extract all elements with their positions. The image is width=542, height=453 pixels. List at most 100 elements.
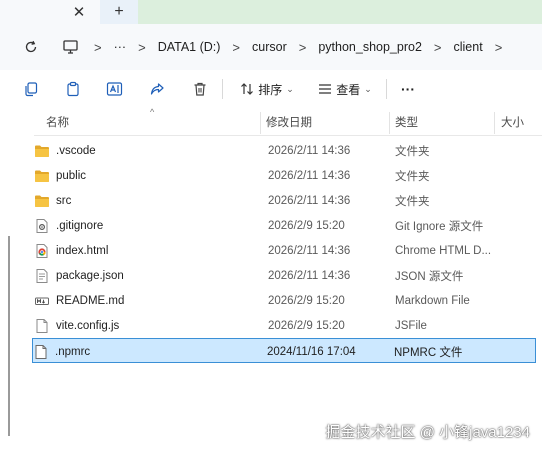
rename-icon[interactable] (104, 78, 126, 100)
file-date: 2026/2/11 14:36 (268, 194, 351, 207)
file-type: 文件夹 (395, 145, 430, 158)
tab-strip: ✕ + (0, 0, 542, 24)
file-name: index.html (56, 244, 109, 257)
file-type: Git Ignore 源文件 (395, 220, 484, 233)
file-name: src (56, 194, 72, 207)
markdown-file-icon (34, 293, 50, 309)
new-tab-button[interactable]: + (102, 2, 136, 22)
sort-icon (241, 83, 254, 95)
file-row[interactable]: package.json 2026/2/11 14:36 JSON 源文件 (34, 263, 536, 288)
chevron-down-icon: ⌄ (286, 83, 294, 94)
file-date: 2026/2/11 14:36 (268, 269, 351, 282)
column-divider[interactable] (494, 112, 495, 134)
file-name-cell: .gitignore (34, 213, 262, 238)
file-name: .gitignore (56, 219, 104, 232)
breadcrumb-cursor[interactable]: cursor (250, 40, 289, 54)
sort-button[interactable]: 排序 ⌄ (236, 78, 298, 100)
breadcrumb-project[interactable]: python_shop_pro2 (316, 40, 424, 54)
breadcrumb-client[interactable]: client (452, 40, 485, 54)
file-date: 2026/2/11 14:36 (268, 244, 351, 257)
column-header-type[interactable]: 类型 (395, 108, 495, 136)
file-row[interactable]: src 2026/2/11 14:36 文件夹 (34, 188, 536, 213)
sort-label: 排序 (258, 82, 283, 97)
breadcrumb-more[interactable]: ··· (112, 40, 129, 54)
view-button[interactable]: 查看 ⌄ (314, 78, 376, 100)
column-header-size[interactable]: 大小 (501, 108, 541, 136)
file-list: .vscode 2026/2/11 14:36 文件夹 public 2026/2/11… (32, 138, 536, 363)
paste-icon[interactable] (62, 78, 84, 100)
file-name-cell: package.json (34, 263, 262, 288)
file-row[interactable]: index.html 2026/2/11 14:36 Chrome HTML D..… (34, 238, 536, 263)
close-tab-icon[interactable]: ✕ (68, 2, 90, 22)
refresh-icon[interactable] (20, 36, 42, 58)
toolbar-divider (222, 79, 223, 99)
view-icon (319, 84, 332, 94)
file-name: .vscode (56, 144, 96, 157)
address-bar: > ··· > DATA1 (D:) > cursor > python_sho… (0, 24, 542, 70)
file-date: 2026/2/11 14:36 (268, 169, 351, 182)
file-type: Chrome HTML D... (395, 244, 492, 257)
gitignore-file-icon (34, 218, 50, 234)
tab-active[interactable]: ✕ (0, 0, 100, 24)
column-header-name[interactable]: 名称 (46, 108, 246, 136)
file-row[interactable]: .gitignore 2026/2/9 15:20 Git Ignore 源文件 (34, 213, 536, 238)
tab-strip-background (138, 0, 542, 24)
column-date-label: 修改日期 (266, 117, 312, 129)
file-row[interactable]: .npmrc 2024/11/16 17:04 NPMRC 文件 (32, 338, 536, 363)
copy-icon[interactable] (20, 78, 42, 100)
column-name-label: 名称 (46, 117, 69, 129)
file-name: vite.config.js (56, 319, 120, 332)
file-name-cell: public (34, 163, 262, 188)
file-name: .npmrc (55, 345, 91, 358)
file-name: README.md (56, 294, 125, 307)
more-options-button[interactable]: ··· (396, 78, 420, 100)
breadcrumb-separator: > (94, 39, 102, 55)
file-name-cell: src (34, 188, 262, 213)
breadcrumb-separator: > (433, 39, 442, 55)
breadcrumb-separator: > (298, 39, 307, 55)
file-name: package.json (56, 269, 124, 282)
file-type: 文件夹 (395, 170, 430, 183)
folder-icon (34, 168, 50, 184)
column-header: 名称 ^ 修改日期 类型 大小 (34, 107, 542, 136)
breadcrumb: > ··· > DATA1 (D:) > cursor > python_sho… (62, 24, 512, 70)
breadcrumb-drive[interactable]: DATA1 (D:) (156, 40, 223, 54)
chevron-down-icon: ⌄ (364, 83, 372, 94)
js-file-icon (34, 318, 50, 334)
command-bar: 排序 ⌄ 查看 ⌄ ··· (0, 70, 542, 108)
file-type: 文件夹 (395, 195, 430, 208)
column-divider[interactable] (389, 112, 390, 134)
view-label: 查看 (336, 82, 361, 97)
breadcrumb-separator: > (232, 39, 241, 55)
file-row[interactable]: README.md 2026/2/9 15:20 Markdown File (34, 288, 536, 313)
file-name: public (56, 169, 87, 182)
sort-ascending-icon: ^ (150, 107, 155, 117)
toolbar-divider (386, 79, 387, 99)
watermark: 掘金技术社区 @ 小锋java1234 (325, 424, 530, 441)
column-size-label: 大小 (501, 117, 524, 129)
json-file-icon (34, 268, 50, 284)
breadcrumb-separator: > (494, 39, 503, 55)
navigation-pane-edge (8, 236, 10, 436)
computer-icon[interactable] (62, 39, 80, 55)
file-name-cell: .npmrc (33, 339, 261, 364)
npmrc-file-icon (33, 344, 49, 360)
file-name-cell: vite.config.js (34, 313, 262, 338)
file-date: 2026/2/9 15:20 (268, 294, 345, 307)
folder-icon (34, 143, 50, 159)
breadcrumb-separator: > (138, 39, 146, 55)
share-icon[interactable] (146, 78, 168, 100)
chrome-html-file-icon (34, 243, 50, 259)
file-date: 2026/2/9 15:20 (268, 319, 345, 332)
column-type-label: 类型 (395, 117, 418, 129)
file-type: NPMRC 文件 (394, 346, 463, 359)
delete-icon[interactable] (189, 78, 211, 100)
column-header-date[interactable]: 修改日期 (266, 108, 386, 136)
folder-icon (34, 193, 50, 209)
file-type: JSON 源文件 (395, 270, 464, 283)
file-row[interactable]: public 2026/2/11 14:36 文件夹 (34, 163, 536, 188)
file-row[interactable]: .vscode 2026/2/11 14:36 文件夹 (34, 138, 536, 163)
file-date: 2026/2/11 14:36 (268, 144, 351, 157)
column-divider[interactable] (260, 112, 261, 134)
file-row[interactable]: vite.config.js 2026/2/9 15:20 JSFile (34, 313, 536, 338)
